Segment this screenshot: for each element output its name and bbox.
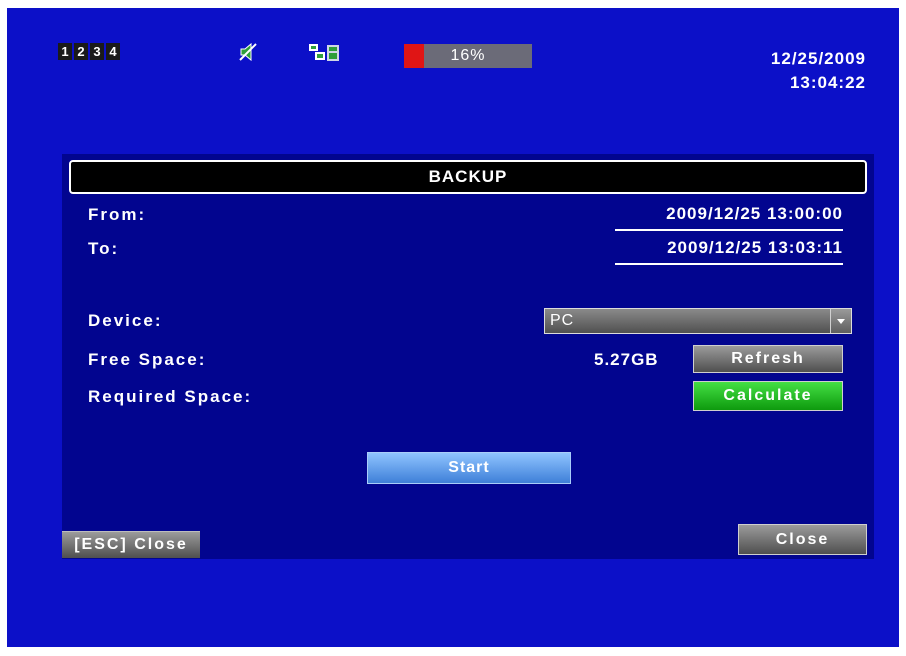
from-label: From:: [88, 205, 147, 224]
backup-dialog: BACKUP From: 2009/12/25 13:00:00 To: 200…: [62, 154, 874, 559]
network-film-icon: [309, 44, 339, 61]
start-button[interactable]: Start: [367, 452, 571, 484]
to-value: 2009/12/25 13:03:11: [667, 238, 843, 257]
channel-1: 1: [58, 43, 72, 60]
channel-4: 4: [106, 43, 120, 60]
from-value: 2009/12/25 13:00:00: [666, 204, 843, 223]
esc-close-hint[interactable]: [ESC] Close: [62, 531, 200, 558]
channel-2: 2: [74, 43, 88, 60]
free-space-label: Free Space:: [88, 350, 207, 369]
time: 13:04:22: [789, 73, 866, 92]
dialog-title-bar: BACKUP: [69, 160, 867, 194]
free-space-value: 5.27GB: [594, 350, 659, 369]
mute-speaker-icon: [239, 42, 257, 62]
date: 12/25/2009: [770, 49, 866, 68]
device-select[interactable]: PC: [544, 308, 852, 334]
calculate-button[interactable]: Calculate: [693, 381, 843, 411]
refresh-button[interactable]: Refresh: [693, 345, 843, 373]
from-field[interactable]: 2009/12/25 13:00:00: [615, 202, 843, 231]
date-time: 12/25/2009 13:04:22: [771, 47, 866, 95]
required-space-label: Required Space:: [88, 387, 253, 406]
to-field[interactable]: 2009/12/25 13:03:11: [615, 236, 843, 265]
dropdown-arrow-icon[interactable]: [830, 309, 851, 333]
dialog-title: BACKUP: [428, 167, 508, 186]
device-value: PC: [550, 312, 575, 329]
close-button[interactable]: Close: [738, 524, 867, 555]
hdd-usage-label: 16%: [450, 47, 486, 64]
device-label: Device:: [88, 311, 163, 330]
dvr-screen: 1 2 3 4 16% 12/25/2009 13:04:22 BACKUP F…: [7, 8, 899, 647]
channel-indicators: 1 2 3 4: [58, 43, 120, 60]
hdd-usage-bar: 16%: [404, 44, 532, 68]
channel-3: 3: [90, 43, 104, 60]
to-label: To:: [88, 239, 120, 258]
